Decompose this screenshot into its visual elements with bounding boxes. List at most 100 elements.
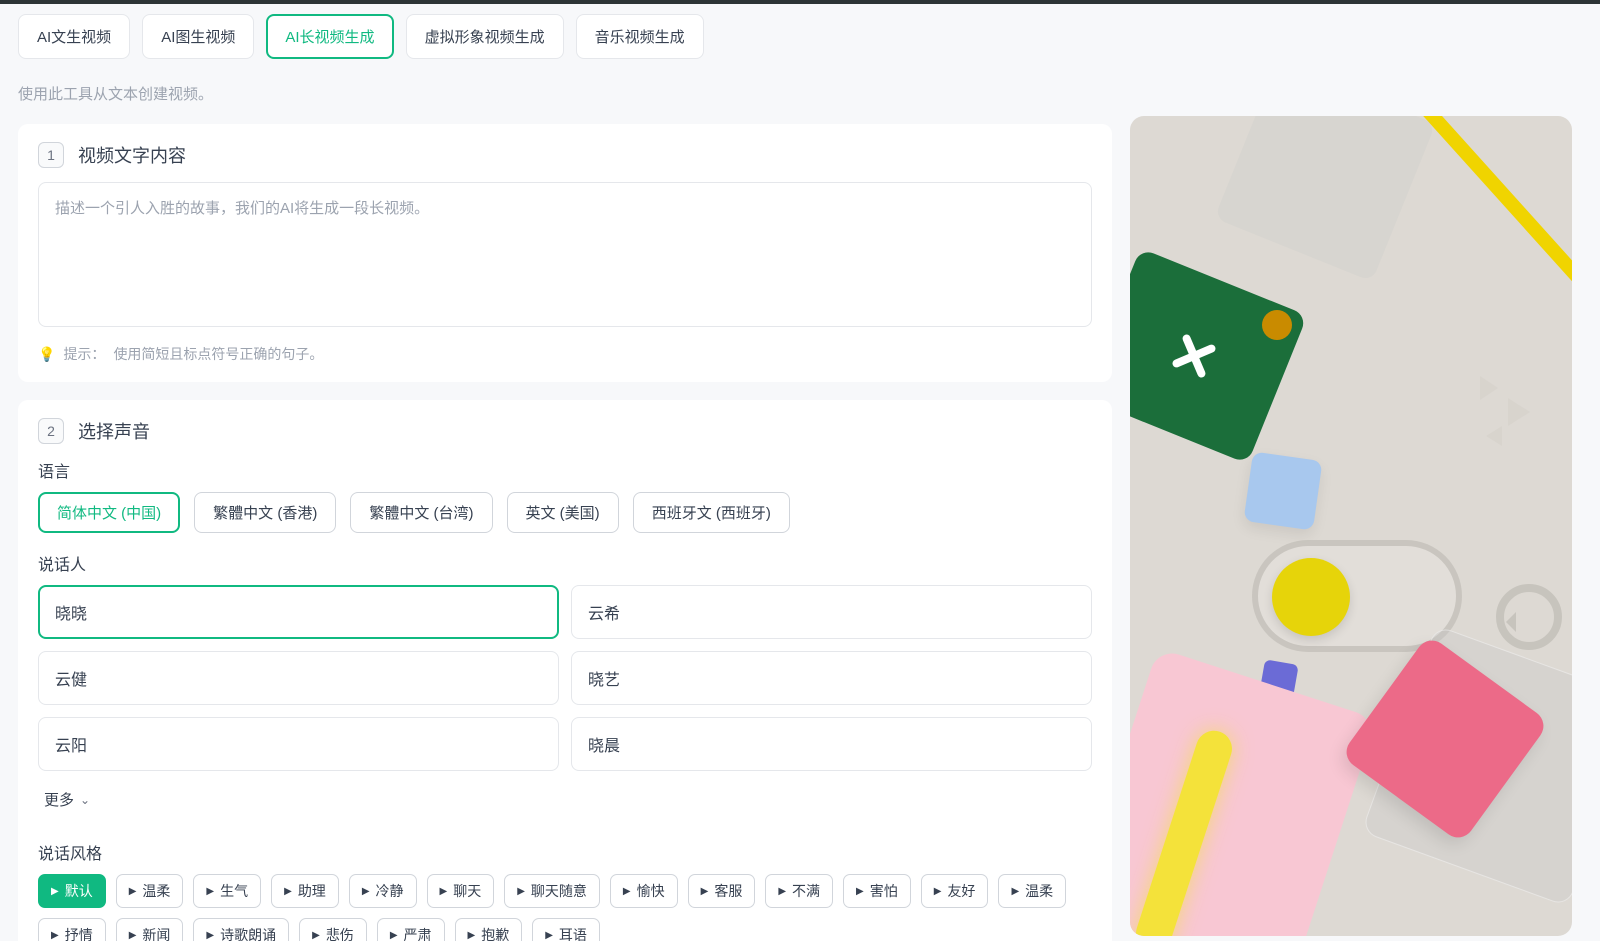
style-option-chat[interactable]: ▶ 聊天	[427, 874, 495, 908]
style-label-text: 聊天	[453, 881, 481, 901]
speaker-option-yunjian[interactable]: 云健	[38, 651, 559, 705]
decorative-green-box-icon	[1130, 248, 1307, 464]
style-option-gentle[interactable]: ▶ 温柔	[116, 874, 184, 908]
undo-icon	[1496, 584, 1562, 650]
section-title-1: 视频文字内容	[78, 142, 186, 168]
style-option-cheerful[interactable]: ▶愉快	[610, 874, 678, 908]
language-option-en-us[interactable]: 英文 (美国)	[507, 492, 619, 533]
play-icon: ▶	[545, 930, 553, 941]
style-options: ▶默认▶温柔▶生气▶助理▶冷静▶聊天▶聊天随意▶愉快▶客服▶不满▶害怕▶友好▶温…	[38, 874, 1092, 941]
style-label-text: 友好	[947, 881, 975, 901]
play-icon: ▶	[51, 886, 59, 897]
decorative-blue-box-icon	[1243, 451, 1322, 530]
language-option-zh-cn[interactable]: 简体中文 (中国)	[38, 492, 180, 533]
style-label-text: 新闻	[142, 925, 170, 941]
style-label-text: 助理	[298, 881, 326, 901]
play-icon: ▶	[390, 930, 398, 941]
style-label-text: 温柔	[142, 881, 170, 901]
play-icon: ▶	[206, 930, 214, 941]
main-panel: AI文生视频 AI图生视频 AI长视频生成虚拟形象视频生成音乐视频生成 使用此工具从…	[0, 4, 1130, 941]
language-option-es-es[interactable]: 西班牙文 (西班牙)	[633, 492, 790, 533]
chevron-down-icon: ⌄	[80, 793, 90, 807]
language-option-zh-hk[interactable]: 繁體中文 (香港)	[194, 492, 336, 533]
section-voice: 2 选择声音 语言 简体中文 (中国)繁體中文 (香港)繁體中文 (台湾)英文 …	[18, 400, 1112, 941]
tab-i2v[interactable]: AI图生视频	[142, 14, 254, 59]
tab-t2v[interactable]: AI文生视频	[18, 14, 130, 59]
style-option-assistant[interactable]: ▶助理	[271, 874, 339, 908]
language-options: 简体中文 (中国) 繁體中文 (香港) 繁體中文 (台湾) 英文 (美国) 西班牙文 (…	[38, 492, 1092, 533]
style-label-text: 诗歌朗诵	[220, 925, 276, 941]
style-option-serious[interactable]: ▶ 严肃	[377, 918, 445, 941]
style-option-sad[interactable]: ▶ 悲伤	[299, 918, 367, 941]
tab-long[interactable]: AI长视频生成	[266, 14, 393, 59]
hint-label: 提示：	[63, 344, 105, 364]
play-icon: ▶	[362, 886, 370, 897]
style-option-disgruntled[interactable]: ▶ 不满	[765, 874, 833, 908]
style-label-text: 抒情	[65, 925, 93, 941]
play-icon: ▶	[129, 930, 137, 941]
style-label-text: 聊天随意	[531, 881, 587, 901]
style-option-customer[interactable]: ▶ 客服	[688, 874, 756, 908]
speaker-grid: 晓晓云希云健晓艺云阳晓晨	[38, 585, 1092, 771]
decorative-glass-icon	[1214, 116, 1435, 282]
style-option-sorry[interactable]: ▶ 抱歉	[455, 918, 523, 941]
tab-music[interactable]: 音乐视频生成	[576, 14, 704, 59]
more-label: 更多	[44, 789, 74, 810]
style-label-text: 冷静	[376, 881, 404, 901]
style-option-poetry[interactable]: ▶ 诗歌朗诵	[193, 918, 289, 941]
playback-controls-icon	[1480, 376, 1560, 476]
play-icon: ▶	[129, 886, 137, 897]
mode-tabs: AI文生视频 AI图生视频 AI长视频生成虚拟形象视频生成音乐视频生成	[18, 14, 1112, 59]
speaker-label: 说话人	[38, 551, 1092, 575]
speaker-option-yunxi[interactable]: 云希	[571, 585, 1092, 639]
speaker-option-xiaoyi[interactable]: 晓艺	[571, 651, 1092, 705]
language-option-zh-tw[interactable]: 繁體中文 (台湾)	[350, 492, 492, 533]
play-icon: ▶	[312, 930, 320, 941]
play-icon: ▶	[440, 886, 448, 897]
hint-row: 💡 提示： 使用简短且标点符号正确的句子。	[38, 344, 1092, 364]
play-icon: ▶	[206, 886, 214, 897]
play-icon: ▶	[934, 886, 942, 897]
play-icon: ▶	[778, 886, 786, 897]
speaker-option-xiaoxiao[interactable]: 晓晓	[38, 585, 559, 639]
play-icon: ▶	[856, 886, 864, 897]
style-label-text: 害怕	[870, 881, 898, 901]
yellow-circle-icon	[1272, 558, 1350, 636]
style-label-text: 严肃	[404, 925, 432, 941]
style-option-news[interactable]: ▶ 新闻	[116, 918, 184, 941]
style-label-text: 默认	[65, 881, 93, 901]
style-label-text: 悲伤	[326, 925, 354, 941]
style-option-whisper[interactable]: ▶耳语	[532, 918, 600, 941]
play-icon: ▶	[517, 886, 525, 897]
style-option-default[interactable]: ▶ 默认	[38, 874, 106, 908]
preview-panel	[1130, 4, 1600, 941]
section-title-2: 选择声音	[78, 418, 150, 444]
style-option-calm[interactable]: ▶ 冷静	[349, 874, 417, 908]
play-icon: ▶	[1011, 886, 1019, 897]
style-label-text: 抱歉	[481, 925, 509, 941]
bulb-icon: 💡	[38, 346, 55, 363]
style-label-text: 愉快	[637, 881, 665, 901]
style-option-lyrical[interactable]: ▶ 抒情	[38, 918, 106, 941]
more-speakers-button[interactable]: 更多 ⌄	[38, 785, 96, 814]
style-label-text: 客服	[714, 881, 742, 901]
page-subtitle: 使用此工具从文本创建视频。	[18, 83, 1112, 104]
tab-avatar[interactable]: 虚拟形象视频生成	[406, 14, 564, 59]
style-option-angry[interactable]: ▶生气	[193, 874, 261, 908]
speaker-option-xiaochen[interactable]: 晓晨	[571, 717, 1092, 771]
style-option-friendly[interactable]: ▶ 友好	[921, 874, 989, 908]
play-icon: ▶	[51, 930, 59, 941]
brush-tip-icon	[1262, 310, 1292, 340]
style-option-warm[interactable]: ▶温柔	[998, 874, 1066, 908]
step-number-1: 1	[38, 142, 64, 168]
style-option-chat-casual[interactable]: ▶ 聊天随意	[504, 874, 600, 908]
section-video-text: 1 视频文字内容 💡 提示： 使用简短且标点符号正确的句子。	[18, 124, 1112, 382]
play-icon: ▶	[701, 886, 709, 897]
story-input[interactable]	[38, 182, 1092, 327]
speaker-option-yunyang[interactable]: 云阳	[38, 717, 559, 771]
x-icon	[1164, 326, 1224, 386]
style-option-fearful[interactable]: ▶ 害怕	[843, 874, 911, 908]
language-label: 语言	[38, 458, 1092, 482]
play-icon: ▶	[468, 930, 476, 941]
style-label-text: 不满	[792, 881, 820, 901]
